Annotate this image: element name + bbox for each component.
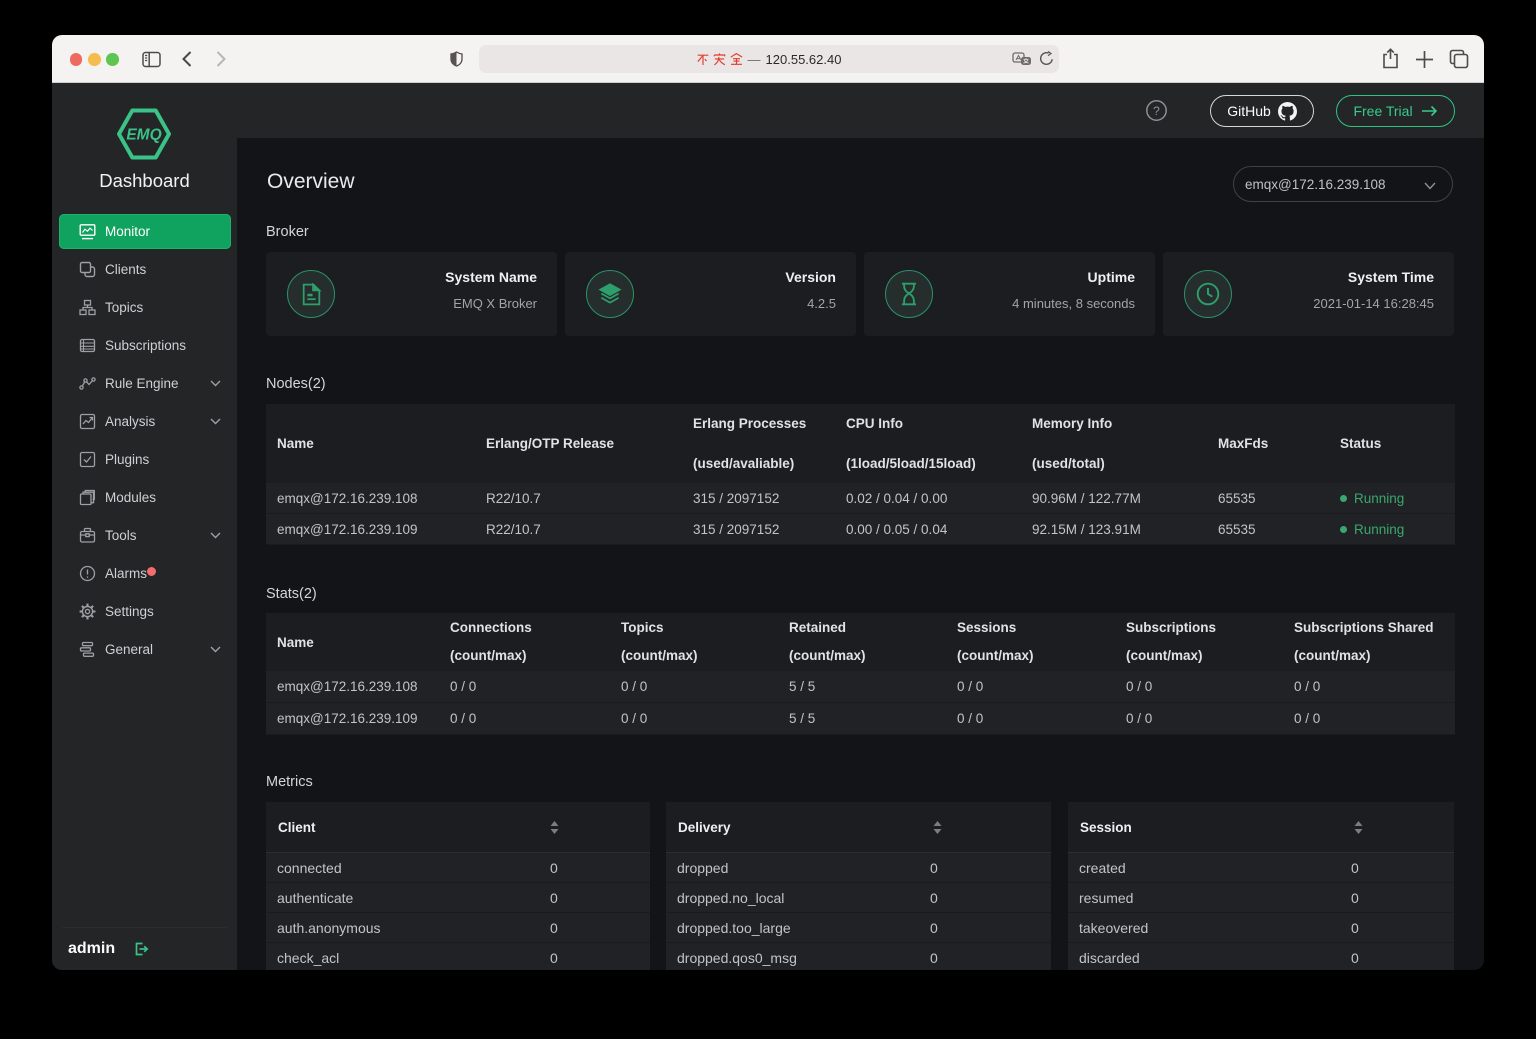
svg-text:?: ? <box>1153 104 1160 118</box>
svg-text:EMQ: EMQ <box>126 127 161 144</box>
